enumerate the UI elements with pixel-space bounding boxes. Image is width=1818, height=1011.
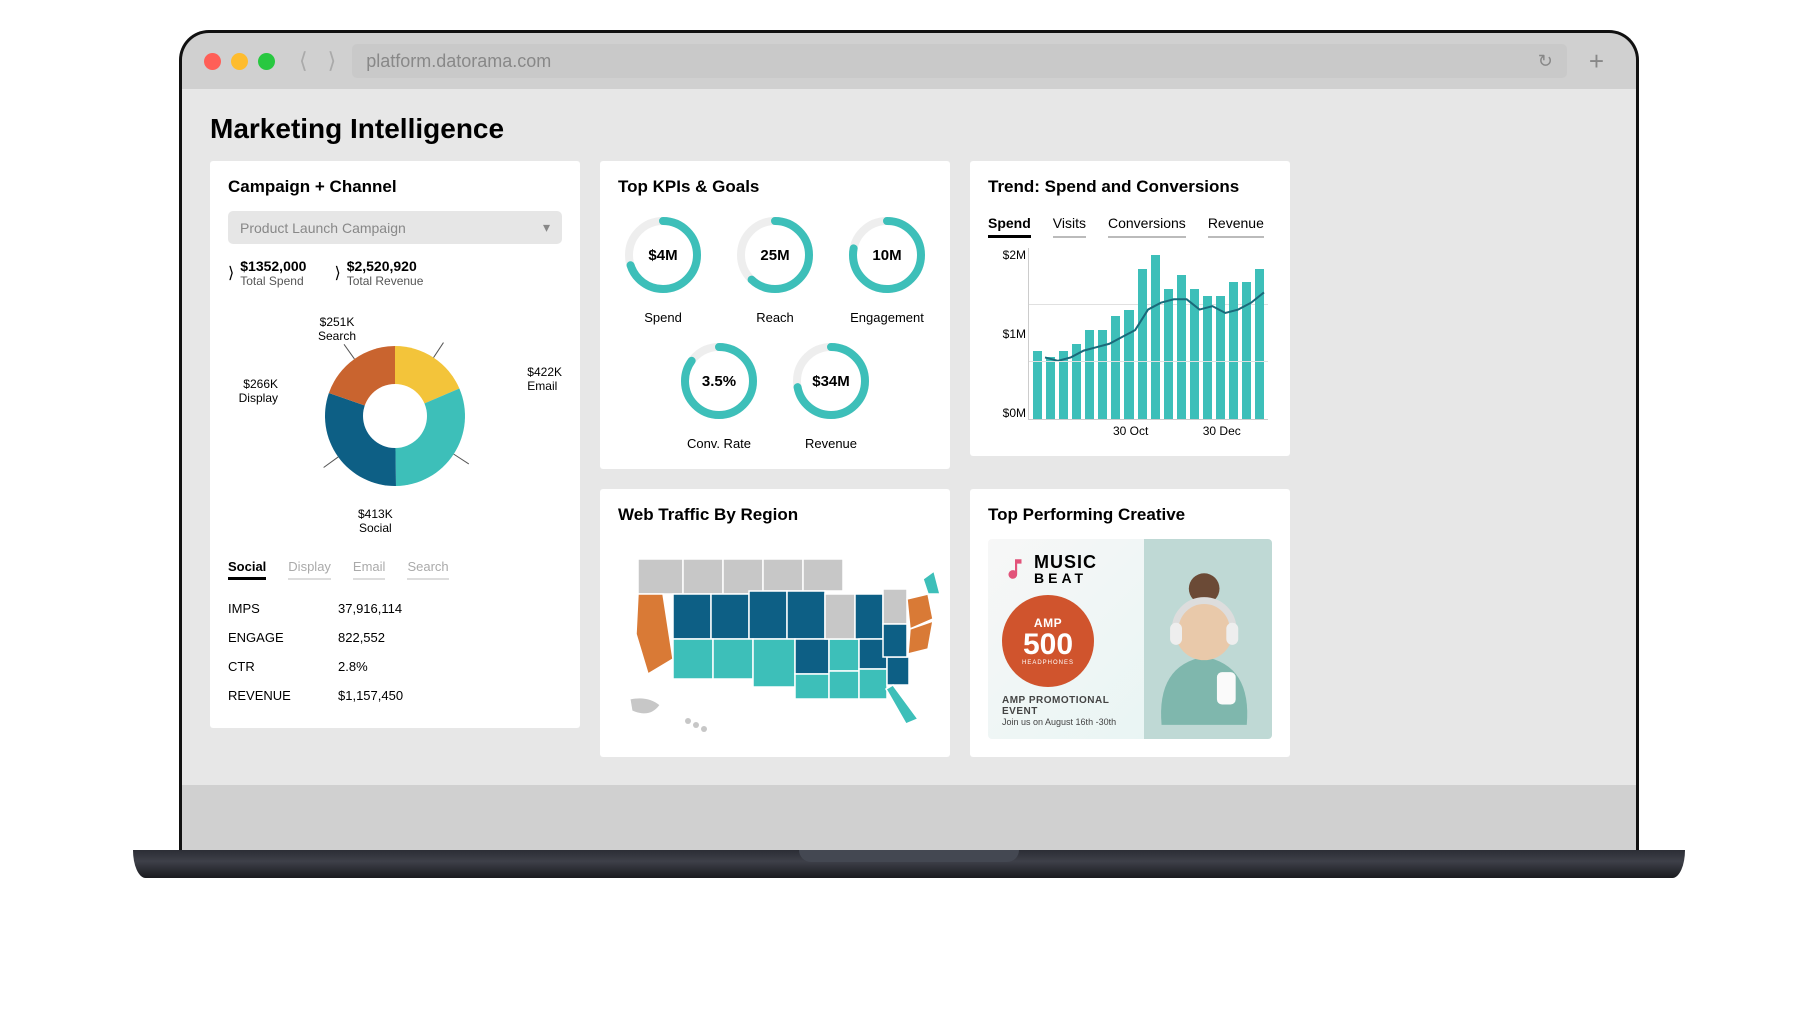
trend-tab-visits[interactable]: Visits: [1053, 211, 1086, 238]
kpi-card: Top KPIs & Goals $4MSpend 25MReach 10MEnga…: [600, 161, 950, 469]
creative-right-panel: [1136, 539, 1272, 739]
web-traffic-title: Web Traffic By Region: [618, 505, 932, 525]
donut-label-social: $413K Social: [358, 508, 393, 536]
svg-text:3.5%: 3.5%: [702, 373, 736, 390]
kpi-title: Top KPIs & Goals: [618, 177, 932, 197]
trend-tab-conversions[interactable]: Conversions: [1108, 211, 1186, 238]
page-title: Marketing Intelligence: [210, 113, 1608, 145]
window-dots: [204, 53, 275, 70]
channel-tab-search[interactable]: Search: [407, 556, 448, 580]
donut-chart: $251K Search $422K Email $266K Display $…: [228, 306, 562, 536]
svg-text:25M: 25M: [760, 247, 789, 264]
nav-forward-icon[interactable]: ⟩: [324, 48, 341, 74]
donut-label-search: $251K Search: [318, 316, 356, 344]
us-map: [618, 539, 958, 739]
kpi-gauge-conv-rate: 3.5%Conv. Rate: [675, 337, 763, 451]
maximize-dot[interactable]: [258, 53, 275, 70]
music-beat-logo: MUSIC BEAT: [1002, 553, 1134, 585]
dashboard-page: Marketing Intelligence Top KPIs & Goals …: [182, 89, 1636, 785]
campaign-total: ⟩$2,520,920Total Revenue: [334, 258, 423, 288]
amp-500-badge: AMP 500 HEADPHONES: [1002, 595, 1094, 687]
svg-text:10M: 10M: [872, 247, 901, 264]
browser-chrome: ⟨ ⟩ platform.datorama.com ↻ +: [182, 33, 1636, 89]
kpi-gauge-reach: 25MReach: [731, 211, 819, 325]
campaign-card: Campaign + Channel Product Launch Campai…: [210, 161, 580, 728]
metric-row: CTR2.8%: [228, 652, 562, 681]
trend-tab-spend[interactable]: Spend: [988, 211, 1031, 238]
metric-row: ENGAGE822,552: [228, 623, 562, 652]
trend-tab-revenue[interactable]: Revenue: [1208, 211, 1264, 238]
channel-tab-email[interactable]: Email: [353, 556, 386, 580]
metric-row: IMPS37,916,114: [228, 594, 562, 623]
kpi-gauge-revenue: $34MRevenue: [787, 337, 875, 451]
campaign-title: Campaign + Channel: [228, 177, 562, 197]
campaign-dropdown[interactable]: Product Launch Campaign ▾: [228, 211, 562, 244]
new-tab-icon[interactable]: +: [1579, 46, 1614, 77]
donut-label-email: $422K Email: [527, 366, 562, 394]
nav-back-icon[interactable]: ⟨: [295, 48, 312, 74]
url-text: platform.datorama.com: [366, 51, 551, 72]
trend-chart: $2M$1M$0M .30 Oct30 Dec: [988, 248, 1272, 438]
close-dot[interactable]: [204, 53, 221, 70]
chevron-right-icon: ⟩: [334, 263, 340, 283]
address-bar[interactable]: platform.datorama.com ↻: [352, 44, 1567, 78]
channel-tabs: Social Display Email Search: [228, 556, 562, 580]
laptop-base: [133, 850, 1685, 878]
campaign-total: ⟩$1352,000Total Spend: [228, 258, 306, 288]
kpi-gauge-engagement: 10MEngagement: [843, 211, 931, 325]
channel-tab-display[interactable]: Display: [288, 556, 331, 580]
dropdown-value: Product Launch Campaign: [240, 220, 406, 236]
chevron-down-icon: ▾: [543, 219, 550, 236]
creative-card: Top Performing Creative: [970, 489, 1290, 757]
promo-text: AMP PROMOTIONAL EVENT Join us on August …: [1002, 695, 1134, 727]
svg-text:$34M: $34M: [812, 373, 850, 390]
trend-card: Trend: Spend and Conversions Spend Visits…: [970, 161, 1290, 456]
trend-tabs: Spend Visits Conversions Revenue: [988, 211, 1272, 238]
creative-left-panel: MUSIC BEAT AMP 500 HEADPHONES AMP PROMOT…: [988, 539, 1144, 739]
dashboard-grid: Top KPIs & Goals $4MSpend25MReach10MEnga…: [210, 161, 1608, 757]
person-headphones-icon: [1136, 549, 1272, 739]
svg-text:$4M: $4M: [648, 247, 677, 264]
kpi-gauge-spend: $4MSpend: [619, 211, 707, 325]
trend-plot-area: [1028, 248, 1268, 420]
channel-tab-social[interactable]: Social: [228, 556, 266, 580]
minimize-dot[interactable]: [231, 53, 248, 70]
reload-icon[interactable]: ↻: [1538, 51, 1553, 72]
metric-row: REVENUE$1,157,450: [228, 681, 562, 710]
music-note-icon: [1002, 556, 1028, 582]
screen: ⟨ ⟩ platform.datorama.com ↻ + Marketing …: [179, 30, 1639, 850]
web-traffic-card: Web Traffic By Region: [600, 489, 950, 757]
creative-title: Top Performing Creative: [988, 505, 1272, 525]
trend-title: Trend: Spend and Conversions: [988, 177, 1272, 197]
laptop-frame: ⟨ ⟩ platform.datorama.com ↻ + Marketing …: [179, 30, 1639, 878]
creative-image: MUSIC BEAT AMP 500 HEADPHONES AMP PROMOT…: [988, 539, 1272, 739]
chevron-right-icon: ⟩: [228, 263, 234, 283]
donut-label-display: $266K Display: [228, 378, 278, 406]
channel-metrics: IMPS37,916,114ENGAGE822,552CTR2.8%REVENU…: [228, 594, 562, 710]
